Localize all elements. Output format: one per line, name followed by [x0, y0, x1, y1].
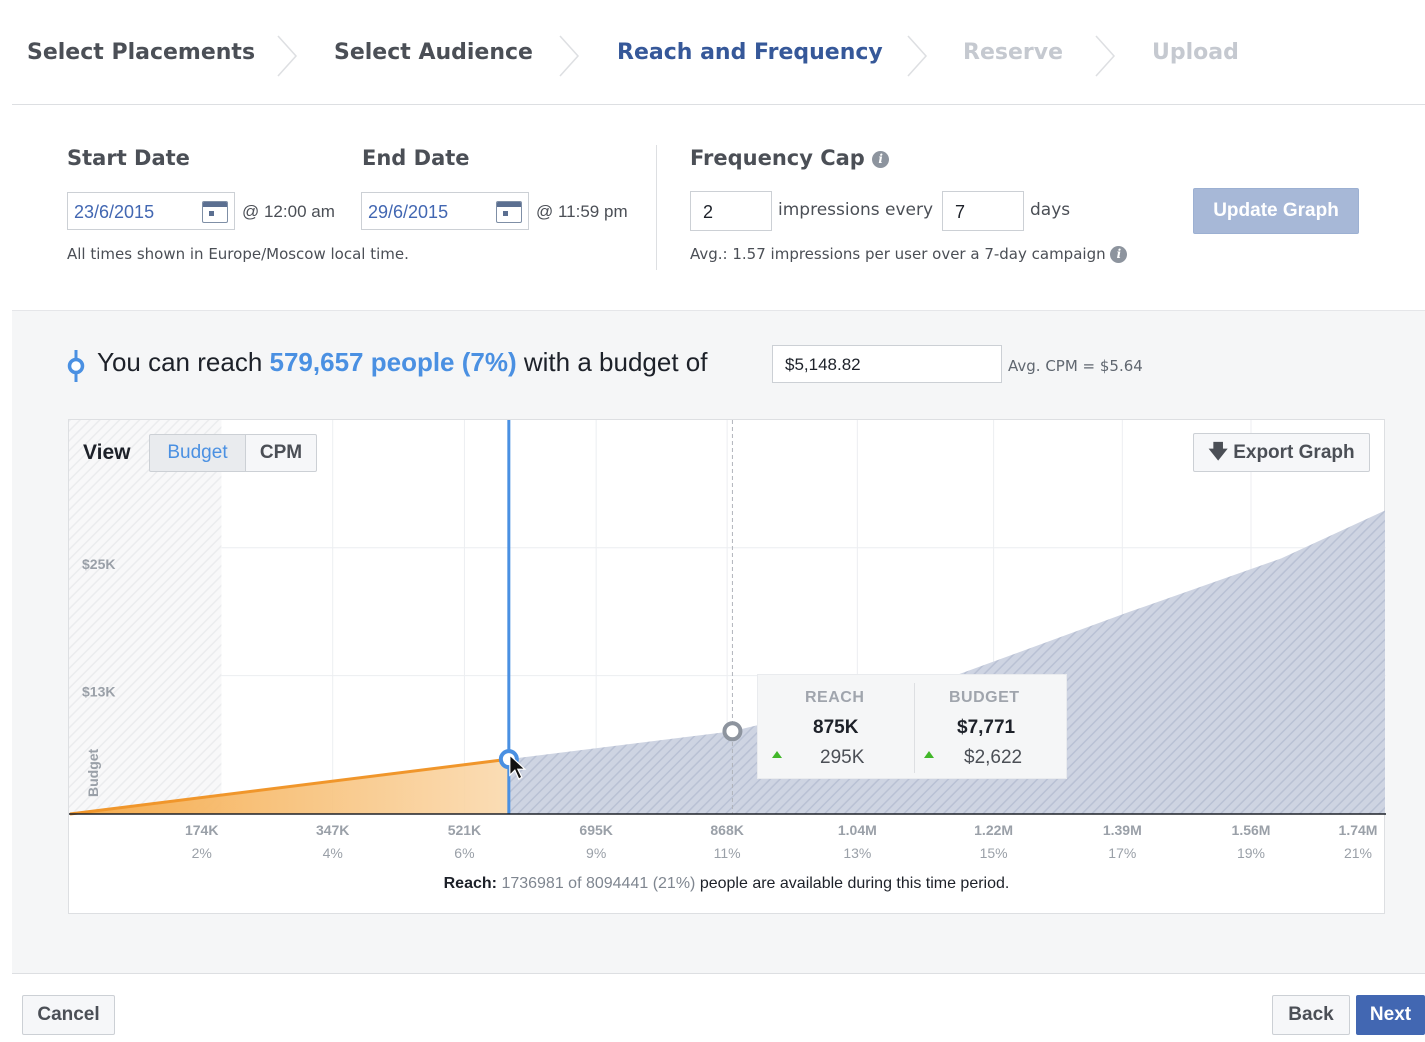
calendar-icon[interactable]: [496, 201, 522, 223]
progress-stepper: Select Placements Select Audience Reach …: [12, 10, 1425, 105]
export-graph-button[interactable]: 🡇 Export Graph: [1193, 433, 1370, 472]
update-graph-button[interactable]: Update Graph: [1193, 188, 1359, 234]
x-tick-percent: 15%: [980, 845, 1008, 861]
reach-caption: Reach: 1736981 of 8094441 (21%) people a…: [0, 875, 1425, 893]
impressions-text: impressions every: [778, 200, 934, 220]
start-time: @ 12:00 am: [242, 202, 335, 221]
x-tick-label: 695K: [579, 822, 612, 838]
x-tick-percent: 13%: [843, 845, 871, 861]
tooltip-budget-header: BUDGET: [949, 689, 1020, 706]
reach-highlight: 579,657 people (7%): [269, 347, 517, 377]
cancel-button[interactable]: Cancel: [22, 995, 115, 1035]
days-text: days: [1030, 200, 1071, 220]
step-select-audience[interactable]: Select Audience: [334, 40, 533, 65]
x-tick-label: 1.74M: [1339, 822, 1378, 838]
end-date-label: End Date: [362, 146, 470, 170]
x-tick-label: 1.04M: [838, 822, 877, 838]
step-reserve: Reserve: [963, 40, 1063, 65]
x-tick-label: 1.22M: [974, 822, 1013, 838]
next-button[interactable]: Next: [1356, 995, 1425, 1035]
tooltip-budget-delta: $2,622: [964, 747, 1023, 768]
reach-caption-text: people are available during this time pe…: [699, 875, 1010, 892]
end-date-field[interactable]: 29/6/2015: [361, 192, 529, 230]
x-tick-label: 174K: [185, 822, 218, 838]
reach-summary: You can reach 579,657 people (7%) with a…: [97, 347, 707, 378]
x-tick-percent: 9%: [586, 845, 606, 861]
x-tick-percent: 11%: [714, 845, 741, 861]
tooltip-reach-delta: 295K: [820, 747, 865, 768]
start-date-field[interactable]: 23/6/2015: [67, 192, 235, 230]
tooltip-budget-value: $7,771: [957, 717, 1016, 738]
reach-caption-label: Reach:: [443, 875, 497, 892]
x-tick-percent: 19%: [1237, 845, 1265, 861]
divider: [656, 145, 657, 270]
info-icon[interactable]: i: [872, 150, 890, 168]
hover-tooltip: REACH 875K 295K BUDGET $7,771 $2,622: [757, 674, 1067, 779]
x-tick-percent: 6%: [454, 845, 474, 861]
impressions-input[interactable]: 2: [690, 191, 772, 231]
view-label: View: [83, 441, 131, 464]
info-icon[interactable]: i: [1110, 246, 1128, 263]
export-graph-label: Export Graph: [1233, 442, 1355, 463]
end-time: @ 11:59 pm: [536, 202, 628, 221]
reach-budget-chart: $13K $25K Budget 174K 2% 347K 4% 521K 6% 695K 9%…: [68, 419, 1386, 915]
increase-arrow-icon: [924, 751, 934, 758]
x-tick-percent: 17%: [1108, 845, 1136, 861]
hover-point[interactable]: [722, 721, 743, 742]
x-tick-label: 868K: [710, 822, 743, 838]
y-tick-label: $25K: [82, 556, 115, 572]
step-reach-and-frequency[interactable]: Reach and Frequency: [617, 40, 883, 65]
chevron-right-icon: [559, 35, 580, 77]
back-button[interactable]: Back: [1272, 995, 1350, 1035]
budget-marker-icon: [67, 350, 85, 382]
y-axis-label: Budget: [85, 748, 101, 797]
step-select-placements[interactable]: Select Placements: [27, 40, 255, 65]
x-tick-label: 1.56M: [1232, 822, 1271, 838]
reach-caption-count: 1736981 of 8094441 (21%): [501, 875, 696, 892]
chart-svg[interactable]: $13K $25K Budget 174K 2% 347K 4% 521K 6% 695K 9%…: [69, 420, 1386, 915]
timezone-note: All times shown in Europe/Moscow local t…: [67, 245, 409, 263]
days-input[interactable]: 7: [942, 191, 1024, 231]
calendar-icon[interactable]: [202, 201, 228, 223]
tab-budget[interactable]: Budget: [149, 434, 246, 472]
x-tick-label: 521K: [448, 822, 481, 838]
budget-input[interactable]: $5,148.82: [772, 345, 1002, 383]
start-date-value: 23/6/2015: [74, 202, 155, 222]
x-tick-percent: 21%: [1344, 845, 1372, 861]
avg-impressions-note: Avg.: 1.57 impressions per user over a 7…: [690, 245, 1128, 263]
step-upload: Upload: [1152, 40, 1239, 65]
x-tick-percent: 2%: [192, 845, 212, 861]
x-tick-label: 347K: [316, 822, 349, 838]
start-date-label: Start Date: [67, 146, 190, 170]
x-tick-percent: 4%: [323, 845, 343, 861]
reach-prefix: You can reach: [97, 347, 263, 377]
tooltip-reach-header: REACH: [805, 689, 865, 706]
frequency-cap-label: Frequency Cap i: [690, 146, 890, 170]
y-tick-label: $13K: [82, 684, 115, 700]
reach-suffix: with a budget of: [523, 347, 708, 377]
tooltip-reach-value: 875K: [813, 717, 859, 738]
end-date-value: 29/6/2015: [368, 202, 449, 222]
download-arrow-icon: 🡇: [1208, 442, 1228, 463]
increase-arrow-icon: [772, 751, 782, 758]
x-tick-label: 1.39M: [1103, 822, 1142, 838]
tab-cpm[interactable]: CPM: [245, 434, 317, 472]
chevron-right-icon: [1095, 35, 1116, 77]
chevron-right-icon: [907, 35, 928, 77]
chevron-right-icon: [277, 35, 298, 77]
avg-cpm-note: Avg. CPM = $5.64: [1008, 357, 1143, 375]
